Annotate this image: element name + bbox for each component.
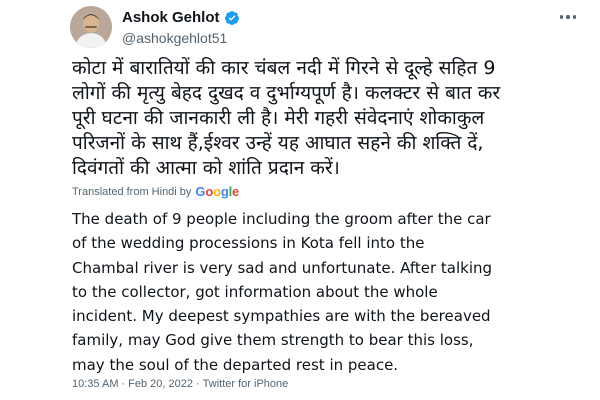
meta-separator: · (196, 378, 200, 390)
tweet-metadata: 10:35 AM · Feb 20, 2022 · Twitter for iP… (72, 378, 288, 390)
translation-line: family, may God give them strength to be… (72, 331, 474, 350)
tweet-time[interactable]: 10:35 AM (72, 378, 118, 390)
translation-line: to the collector, got information about … (72, 282, 438, 301)
translation-line: Chambal river is very sad and unfortunat… (72, 258, 493, 277)
author-name-row[interactable]: Ashok Gehlot (122, 9, 240, 26)
more-options-icon[interactable] (556, 10, 580, 24)
translation-line: incident. My deepest sympathies are with… (72, 307, 491, 326)
original-line: दिवंगतों की आत्मा को शांति प्रदान करें। (72, 157, 340, 179)
translation-line: of the wedding processions in Kota fell … (72, 234, 425, 253)
tweet-source[interactable]: Twitter for iPhone (203, 378, 289, 390)
tweet-date[interactable]: Feb 20, 2022 (128, 378, 193, 390)
google-logo: Google (195, 184, 240, 199)
tweet-translation-text: The death of 9 people including the groo… (72, 207, 592, 377)
original-line: पूरी घटना की जानकारी ली है। मेरी गहरी सं… (72, 107, 485, 129)
translation-line: The death of 9 people including the groo… (72, 210, 491, 228)
tweet-card: Ashok Gehlot @ashokgehlot51 कोटा में बार… (0, 0, 600, 400)
verified-badge-icon (224, 10, 240, 26)
translation-attribution[interactable]: Translated from Hindi by Google (72, 184, 239, 199)
meta-separator: · (121, 378, 126, 390)
profile-avatar[interactable] (70, 6, 112, 48)
original-line: कोटा में बारातियों की कार चंबल नदी में ग… (72, 57, 496, 79)
author-display-name[interactable]: Ashok Gehlot (122, 9, 220, 26)
original-line: लोगों की मृत्यु बेहद दुखद व दुर्भाग्यपूर… (72, 82, 501, 104)
tweet-original-text: कोटा में बारातियों की कार चंबल नदी में ग… (72, 56, 592, 181)
author-handle[interactable]: @ashokgehlot51 (122, 30, 227, 46)
translation-line: may the soul of the departed rest in pea… (72, 355, 399, 374)
original-line: परिजनों के साथ हैं,ईश्वर उन्हें यह आघात … (72, 132, 484, 154)
translated-label: Translated from Hindi by (72, 185, 192, 198)
